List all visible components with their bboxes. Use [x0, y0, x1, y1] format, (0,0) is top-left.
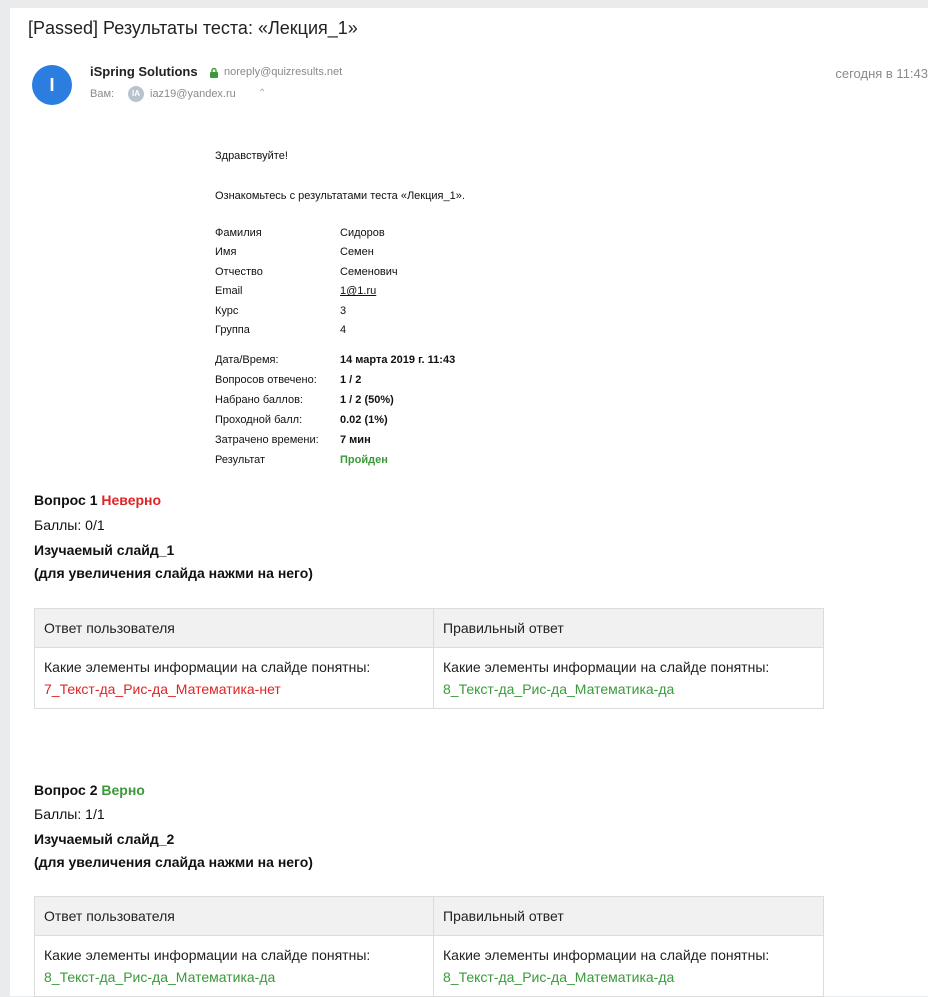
email-link[interactable]: 1@1.ru: [340, 285, 376, 297]
result-key: Вопросов отвечено:: [215, 374, 317, 386]
info-key: Группа: [215, 324, 250, 337]
student-info-table: Фамилия Сидоров Имя Семен Отчество Семенови…: [215, 223, 398, 340]
info-key: Отчество: [215, 265, 263, 278]
question-label: Вопрос 1: [34, 492, 98, 508]
correct-answer-prompt: Какие элементы информации на слайде поня…: [443, 659, 770, 675]
correct-answer-value: 8_Текст-да_Рис-да_Математика-да: [443, 681, 675, 697]
question-2-slide-hint: (для увеличения слайда нажми на него): [34, 854, 313, 870]
result-value: 0.02 (1%): [340, 414, 388, 426]
info-row: Группа 4: [215, 321, 398, 341]
result-key: Затрачено времени:: [215, 434, 319, 446]
info-key: Имя: [215, 246, 237, 259]
info-key: Email: [215, 285, 243, 298]
lock-icon: [210, 67, 218, 78]
info-value: Семенович: [340, 265, 398, 278]
result-row: Набрано баллов: 1 / 2 (50%): [215, 390, 455, 410]
email-subject: [Passed] Результаты теста: «Лекция_1»: [28, 18, 358, 38]
correct-answer-prompt: Какие элементы информации на слайде поня…: [443, 947, 770, 963]
correct-answer-value: 8_Текст-да_Рис-да_Математика-да: [443, 969, 675, 985]
question-status-wrong: Неверно: [101, 492, 162, 508]
user-answer-value: 8_Текст-да_Рис-да_Математика-да: [44, 969, 276, 985]
column-correct-answer: Правильный ответ: [433, 608, 824, 648]
answer-table-row: Какие элементы информации на слайде поня…: [34, 647, 824, 709]
user-answer-cell: Какие элементы информации на слайде поня…: [34, 935, 434, 997]
email-view: [Passed] Результаты теста: «Лекция_1» I …: [10, 8, 928, 997]
question-label: Вопрос 2: [34, 782, 98, 798]
result-row: Дата/Время: 14 марта 2019 г. 11:43: [215, 350, 455, 370]
info-row: Email 1@1.ru: [215, 282, 398, 302]
sender-email[interactable]: noreply@quizresults.net: [224, 66, 342, 78]
result-value: 14 марта 2019 г. 11:43: [340, 354, 456, 366]
answer-table-header: Ответ пользователя Правильный ответ: [34, 608, 824, 648]
info-row: Отчество Семенович: [215, 262, 398, 282]
info-row: Курс 3: [215, 301, 398, 321]
answer-table-header: Ответ пользователя Правильный ответ: [34, 896, 824, 936]
info-value: 4: [340, 324, 347, 337]
question-1-answer-table: Ответ пользователя Правильный ответ Каки…: [34, 608, 824, 709]
user-answer-prompt: Какие элементы информации на слайде поня…: [44, 947, 371, 963]
question-1-score: Баллы: 0/1: [34, 517, 105, 533]
sender-name[interactable]: iSpring Solutions: [90, 64, 198, 79]
greeting: Здравствуйте!: [215, 150, 288, 162]
answer-table-row: Какие элементы информации на слайде поня…: [34, 935, 824, 997]
question-1-slide-hint: (для увеличения слайда нажми на него): [34, 565, 313, 581]
user-answer-cell: Какие элементы информации на слайде поня…: [34, 647, 434, 709]
results-table: Дата/Время: 14 марта 2019 г. 11:43 Вопрос…: [215, 350, 455, 470]
user-answer-prompt: Какие элементы информации на слайде поня…: [44, 659, 371, 675]
user-answer-value: 7_Текст-да_Рис-да_Математика-нет: [44, 681, 281, 697]
result-row: Результат Пройден: [215, 450, 455, 470]
question-2-answer-table: Ответ пользователя Правильный ответ Каки…: [34, 896, 824, 997]
question-1-slide-title[interactable]: Изучаемый слайд_1: [34, 542, 174, 558]
info-value: 3: [340, 304, 347, 317]
result-key: Набрано баллов:: [215, 394, 303, 406]
info-row: Имя Семен: [215, 243, 398, 263]
result-key: Результат: [215, 454, 266, 466]
question-status-right: Верно: [101, 782, 145, 798]
intro-text: Ознакомьтесь с результатами теста «Лекци…: [215, 190, 465, 202]
question-2-score: Баллы: 1/1: [34, 806, 105, 822]
column-correct-answer: Правильный ответ: [433, 896, 824, 936]
info-row: Фамилия Сидоров: [215, 223, 398, 243]
question-1-title: Вопрос 1 Неверно: [34, 492, 161, 508]
result-key: Дата/Время:: [215, 354, 279, 366]
result-key: Проходной балл:: [215, 414, 303, 426]
info-key: Фамилия: [215, 226, 262, 239]
result-row: Затрачено времени: 7 мин: [215, 430, 455, 450]
result-row: Вопросов отвечено: 1 / 2: [215, 370, 455, 390]
question-2-title: Вопрос 2 Верно: [34, 782, 145, 798]
question-2-slide-title[interactable]: Изучаемый слайд_2: [34, 831, 174, 847]
sender-avatar[interactable]: I: [32, 65, 72, 105]
result-value: 1 / 2 (50%): [340, 394, 394, 406]
column-user-answer: Ответ пользователя: [34, 608, 434, 648]
recipient-avatar: IA: [128, 86, 144, 102]
result-row: Проходной балл: 0.02 (1%): [215, 410, 455, 430]
result-value: 7 мин: [340, 434, 371, 446]
result-value: 1 / 2: [340, 374, 362, 386]
info-key: Курс: [215, 304, 239, 317]
info-value: Сидоров: [340, 226, 385, 239]
email-date: сегодня в 11:43: [835, 66, 928, 81]
recipient-email[interactable]: iaz19@yandex.ru: [150, 88, 236, 100]
column-user-answer: Ответ пользователя: [34, 896, 434, 936]
info-value: Семен: [340, 246, 374, 259]
chevron-up-icon[interactable]: ⌃: [258, 88, 266, 99]
correct-answer-cell: Какие элементы информации на слайде поня…: [433, 647, 824, 709]
to-label: Вам:: [90, 88, 115, 100]
correct-answer-cell: Какие элементы информации на слайде поня…: [433, 935, 824, 997]
result-status: Пройден: [340, 454, 388, 466]
